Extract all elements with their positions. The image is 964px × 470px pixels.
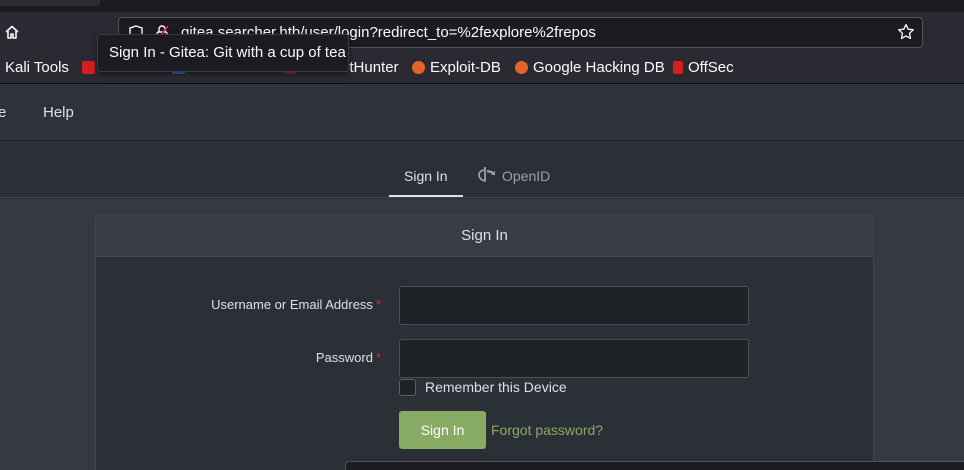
- required-mark: *: [375, 297, 381, 312]
- bookmark-exploit-db[interactable]: Exploit-DB: [412, 59, 501, 76]
- nav-item-help[interactable]: Help: [43, 104, 74, 121]
- offsec-icon: [673, 61, 683, 74]
- bookmark-offsec[interactable]: OffSec: [673, 59, 734, 76]
- login-tabs: Sign In OpenID: [0, 142, 964, 198]
- username-input[interactable]: [399, 286, 749, 325]
- ghdb-icon: [515, 61, 528, 74]
- remember-label[interactable]: Remember this Device: [425, 379, 567, 395]
- remember-checkbox[interactable]: [399, 379, 416, 396]
- sign-in-button[interactable]: Sign In: [399, 411, 486, 449]
- bookmark-ghdb[interactable]: Google Hacking DB: [515, 59, 665, 76]
- gitea-navbar: e Help: [0, 85, 964, 141]
- tab-sign-in[interactable]: Sign In: [404, 168, 448, 184]
- tab-openid[interactable]: OpenID: [478, 166, 550, 185]
- bookmark-label: Kali Tools: [5, 59, 69, 76]
- kali-docs-icon: [82, 61, 95, 74]
- card-header: Sign In: [96, 215, 873, 257]
- username-label-text: Username or Email Address: [211, 297, 373, 312]
- bookmark-label: Exploit-DB: [430, 59, 501, 76]
- bookmark-kali-tools[interactable]: Kali Tools: [5, 59, 69, 76]
- password-label-text: Password: [315, 350, 373, 365]
- password-label: Password *: [316, 350, 381, 365]
- password-input[interactable]: [399, 339, 749, 378]
- browser-tab-strip: [0, 0, 964, 12]
- tab-tooltip: Sign In - Gitea: Git with a cup of tea: [97, 34, 349, 72]
- bookmark-label: Google Hacking DB: [533, 59, 665, 76]
- signin-card: Sign In Username or Email Address * Passw…: [95, 214, 874, 470]
- required-mark: *: [375, 350, 381, 365]
- page-content: Sign In Username or Email Address * Passw…: [0, 199, 964, 470]
- tab-openid-label: OpenID: [502, 167, 551, 184]
- nav-item-explore[interactable]: e: [0, 104, 6, 121]
- username-label: Username or Email Address *: [211, 297, 381, 312]
- forgot-password-link[interactable]: Forgot password?: [491, 422, 603, 438]
- home-icon[interactable]: [0, 20, 24, 44]
- bookmark-label: OffSec: [688, 59, 734, 76]
- active-tab-indicator: [389, 195, 463, 197]
- openid-icon: [478, 166, 496, 185]
- active-tab-edge[interactable]: [0, 0, 100, 6]
- exploit-db-icon: [412, 61, 425, 74]
- star-icon[interactable]: [897, 23, 915, 45]
- status-overlay: [345, 461, 964, 470]
